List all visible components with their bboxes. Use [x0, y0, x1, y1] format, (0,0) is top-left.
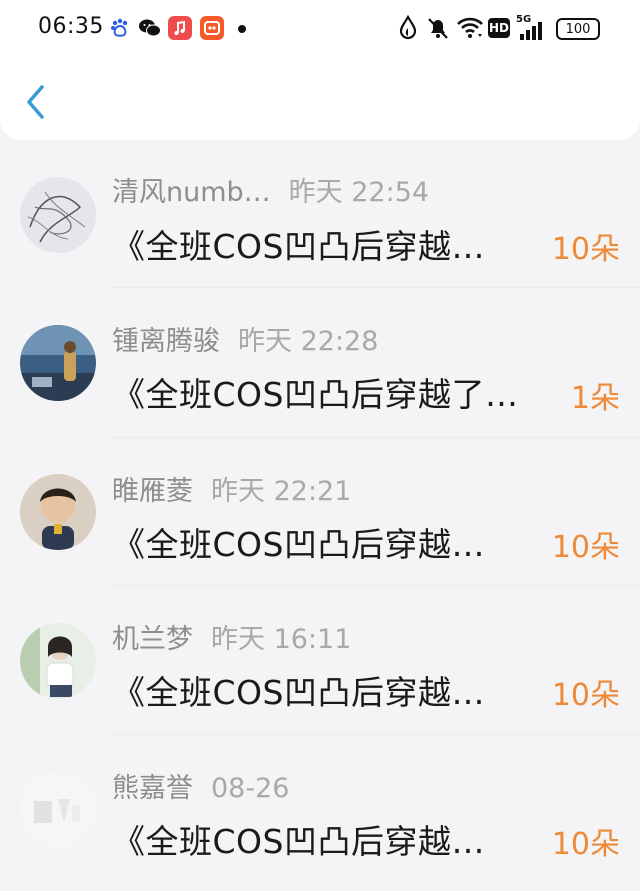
sender-name[interactable]: 睢雁菱: [112, 476, 193, 507]
mute-bell-icon: [428, 18, 448, 39]
status-time: 06:35: [38, 14, 104, 39]
send-time: 昨天 22:54: [288, 177, 430, 208]
send-time: 昨天 16:11: [211, 624, 352, 655]
divider: [112, 287, 640, 288]
flower-count: 10朵: [551, 827, 620, 862]
list-item[interactable]: 锺离腾骏 昨天 22:28 《全班COS凹凸后穿越了… 1朵: [0, 289, 640, 438]
hd-badge: HD: [488, 18, 510, 38]
shopping-app-icon: [200, 16, 224, 40]
faded-avatar: [20, 771, 96, 847]
battery-level: 100: [565, 21, 591, 37]
list-item[interactable]: 机兰梦 昨天 16:11 《全班COS凹凸后穿越… 10朵: [0, 586, 640, 735]
chevron-left-icon: [27, 85, 44, 119]
item-meta: 熊嘉誉 08-26: [112, 766, 289, 805]
baidu-app-icon: [111, 18, 128, 37]
item-meta: 机兰梦 昨天 16:11: [112, 617, 351, 656]
header: [0, 58, 640, 140]
battery-icon: 100: [556, 18, 600, 40]
gift-record-list: 清风numb… 昨天 22:54 《全班COS凹凸后穿越… 10朵 锺离腾骏 昨天 …: [0, 140, 640, 891]
list-item[interactable]: 睢雁菱 昨天 22:21 《全班COS凹凸后穿越… 10朵: [0, 438, 640, 587]
seaside-avatar: [20, 325, 96, 401]
item-meta: 锺离腾骏 昨天 22:28: [112, 319, 378, 358]
book-title[interactable]: 《全班COS凹凸后穿越…: [112, 666, 485, 714]
list-item[interactable]: 熊嘉誉 08-26 《全班COS凹凸后穿越… 10朵: [0, 735, 640, 884]
flower-count: 1朵: [570, 381, 620, 416]
send-time: 08-26: [211, 773, 290, 804]
send-time: 昨天 22:28: [238, 326, 379, 357]
book-title[interactable]: 《全班COS凹凸后穿越…: [112, 518, 485, 566]
notification-dot-icon: [238, 25, 246, 33]
item-meta: 清风numb… 昨天 22:54: [112, 170, 429, 209]
sender-name[interactable]: 熊嘉誉: [112, 773, 193, 804]
book-title[interactable]: 《全班COS凹凸后穿越…: [112, 220, 485, 268]
item-meta: 睢雁菱 昨天 22:21: [112, 469, 351, 508]
sender-name[interactable]: 清风numb…: [112, 177, 271, 208]
sender-name[interactable]: 锺离腾骏: [112, 326, 220, 357]
sketch-avatar: [20, 177, 96, 253]
sender-name[interactable]: 机兰梦: [112, 624, 193, 655]
drop-icon: [399, 14, 417, 40]
music-app-icon: [168, 16, 192, 40]
flower-count: 10朵: [551, 678, 620, 713]
wechat-app-icon: [139, 19, 161, 37]
back-button[interactable]: [18, 82, 52, 122]
status-bar: 06:35 HD 5G 100: [0, 0, 640, 58]
book-title[interactable]: 《全班COS凹凸后穿越…: [112, 815, 485, 863]
send-time: 昨天 22:21: [211, 476, 352, 507]
cellular-signal-icon: 5G: [516, 14, 550, 42]
flower-count: 10朵: [551, 530, 620, 565]
wifi-icon: [457, 17, 483, 38]
boy-avatar: [20, 474, 96, 550]
flower-count: 10朵: [551, 232, 620, 267]
book-title[interactable]: 《全班COS凹凸后穿越了…: [112, 368, 518, 416]
list-item[interactable]: 清风numb… 昨天 22:54 《全班COS凹凸后穿越… 10朵: [0, 140, 640, 289]
girl-avatar: [20, 623, 96, 699]
